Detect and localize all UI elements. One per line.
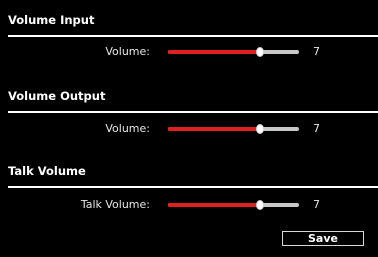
talk-volume-value: 7	[313, 198, 320, 211]
volume-value: 7	[313, 45, 320, 58]
section-divider	[8, 186, 378, 188]
slider-thumb[interactable]	[255, 124, 264, 134]
section-divider	[8, 35, 378, 37]
section-title: Volume Input	[8, 13, 95, 27]
slider-fill	[168, 203, 260, 207]
talk-volume-label: Talk Volume:	[80, 198, 150, 211]
talk-volume-slider[interactable]	[168, 198, 299, 212]
section-divider	[8, 111, 378, 113]
slider-thumb[interactable]	[255, 200, 264, 210]
volume-label: Volume:	[105, 122, 150, 135]
section-title: Volume Output	[8, 89, 106, 103]
volume-label: Volume:	[105, 45, 150, 58]
save-button[interactable]: Save	[282, 231, 364, 246]
volume-value: 7	[313, 122, 320, 135]
volume-slider[interactable]	[168, 122, 299, 136]
slider-thumb[interactable]	[255, 47, 264, 57]
volume-slider[interactable]	[168, 45, 299, 59]
slider-fill	[168, 127, 260, 131]
slider-fill	[168, 50, 260, 54]
section-title: Talk Volume	[8, 164, 86, 178]
